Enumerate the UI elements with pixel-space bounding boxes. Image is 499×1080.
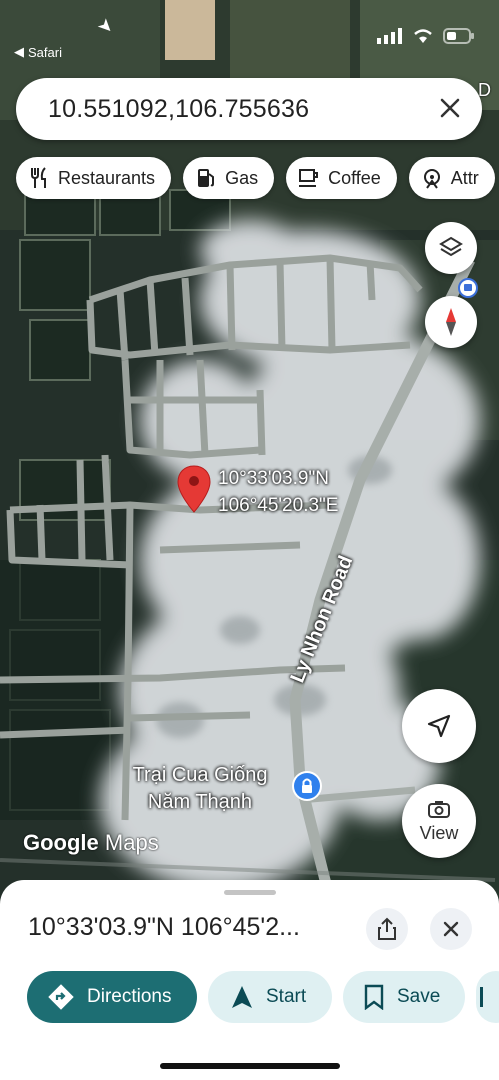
chip-gas[interactable]: Gas — [183, 157, 275, 199]
map-layers-button[interactable] — [425, 222, 477, 274]
navigation-arrow-icon — [427, 714, 451, 738]
sheet-drag-handle[interactable] — [224, 890, 276, 895]
share-icon — [378, 917, 396, 940]
google-maps-logo: Google Maps — [23, 830, 159, 855]
compass-button[interactable] — [425, 296, 477, 348]
location-pin-icon[interactable] — [176, 464, 212, 514]
layers-icon — [439, 236, 463, 257]
attractions-icon — [421, 167, 443, 189]
more-icon — [480, 987, 483, 1007]
action-buttons: Directions Start Save — [27, 971, 499, 1023]
chip-restaurants[interactable]: Restaurants — [16, 157, 172, 199]
place-title: 10°33'03.9"N 106°45'2... — [28, 913, 300, 941]
close-icon — [443, 921, 459, 937]
bookmark-icon — [364, 984, 384, 1010]
save-label: Save — [397, 986, 441, 1007]
battery-icon — [443, 28, 474, 44]
chip-coffee[interactable]: Coffee — [286, 157, 397, 199]
compass-icon — [446, 308, 456, 336]
directions-icon — [48, 984, 74, 1010]
back-app-label: Safari — [28, 44, 62, 60]
start-button[interactable]: Start — [208, 971, 332, 1023]
street-view-button[interactable]: View — [402, 784, 476, 858]
more-actions-button[interactable] — [476, 971, 499, 1023]
close-sheet-button[interactable] — [430, 908, 472, 950]
view-label: View — [419, 822, 459, 843]
pin-latitude: 10°33'03.9"N — [218, 468, 329, 489]
directions-label: Directions — [87, 986, 172, 1007]
category-chips: Restaurants Gas Coffee Attr — [16, 157, 495, 199]
poi-marker[interactable] — [292, 771, 322, 801]
pin-longitude: 106°45'20.3"E — [218, 495, 339, 516]
pin-coordinates-label: 10°33'03.9"N 106°45'20.3"E — [218, 465, 338, 519]
status-icons — [377, 28, 475, 44]
chip-label: Attr — [450, 167, 479, 188]
gas-pump-icon — [195, 167, 217, 189]
clear-search-button[interactable] — [436, 93, 464, 125]
coffee-cup-icon — [298, 167, 320, 189]
bus-stop-icon[interactable] — [458, 278, 478, 298]
lock-place-icon — [294, 773, 320, 799]
share-button[interactable] — [366, 908, 408, 950]
camera-rotate-icon — [428, 800, 450, 818]
chip-label: Coffee — [328, 167, 381, 188]
home-indicator — [160, 1063, 340, 1069]
my-location-button[interactable] — [402, 689, 476, 763]
place-bottom-sheet[interactable]: 10°33'03.9"N 106°45'2... Directions Star… — [0, 880, 499, 1080]
close-icon — [440, 98, 460, 118]
start-label: Start — [266, 986, 307, 1007]
search-bar[interactable]: 10.551092,106.755636 — [16, 78, 482, 140]
poi-label[interactable]: Trại Cua Giống Năm Thạnh — [110, 762, 290, 816]
directions-button[interactable]: Directions — [27, 971, 197, 1023]
navigation-start-icon — [232, 986, 252, 1008]
search-input[interactable]: 10.551092,106.755636 — [48, 95, 436, 124]
chip-label: Restaurants — [58, 167, 156, 188]
wifi-icon — [414, 29, 432, 43]
poi-name-line2: Năm Thạnh — [147, 791, 253, 813]
fork-knife-icon — [28, 167, 50, 189]
chip-attractions[interactable]: Attr — [408, 157, 495, 199]
back-to-app-button[interactable]: ◀ Safari — [14, 44, 62, 60]
save-button[interactable]: Save — [343, 971, 465, 1023]
poi-name-line1: Trại Cua Giống — [132, 764, 268, 786]
cellular-signal-icon — [377, 28, 402, 44]
back-arrow-icon: ◀ — [14, 44, 24, 59]
chip-label: Gas — [225, 167, 259, 188]
